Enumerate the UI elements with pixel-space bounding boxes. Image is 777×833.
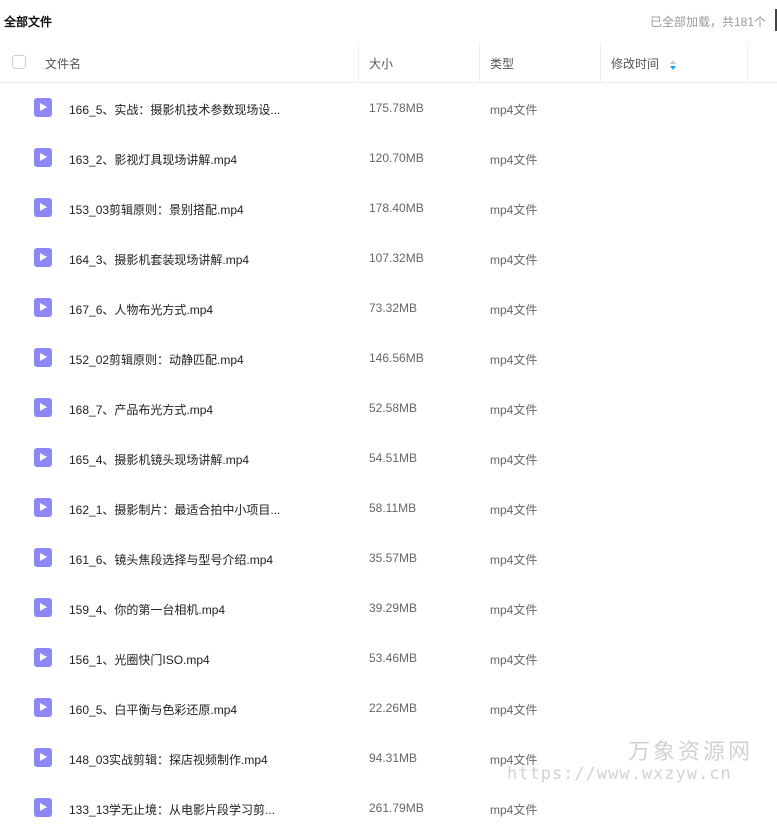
video-file-icon — [34, 798, 52, 817]
file-type: mp4文件 — [490, 653, 538, 667]
file-type: mp4文件 — [490, 553, 538, 567]
column-header-modified-label: 修改时间 — [611, 57, 660, 71]
video-file-icon — [34, 698, 52, 717]
file-size: 107.32MB — [369, 251, 424, 265]
video-file-icon — [34, 448, 52, 467]
watermark-title: 万象资源网 — [628, 740, 754, 765]
sort-asc-arrow — [670, 59, 677, 64]
file-name[interactable]: 153_03剪辑原则：景别搭配.mp4 — [69, 201, 244, 218]
file-type: mp4文件 — [490, 303, 538, 317]
file-size: 22.26MB — [369, 701, 418, 715]
sort-desc-arrow — [670, 65, 677, 70]
file-type: mp4文件 — [490, 353, 538, 367]
video-file-icon — [34, 598, 52, 617]
video-file-icon — [34, 298, 52, 317]
file-name[interactable]: 133_13学无止境：从电影片段学习剪... — [69, 801, 275, 818]
file-size: 54.51MB — [369, 451, 418, 465]
column-divider[interactable] — [600, 42, 601, 82]
file-type: mp4文件 — [490, 153, 538, 167]
breadcrumb[interactable]: 全部文件 — [4, 13, 52, 30]
file-type: mp4文件 — [490, 453, 538, 467]
column-header-modified[interactable]: 修改时间 — [611, 55, 677, 72]
video-file-icon — [34, 548, 52, 567]
file-name[interactable]: 168_7、产品布光方式.mp4 — [69, 401, 213, 418]
top-bar: 全部文件 已全部加载，共181个 — [0, 0, 777, 42]
file-row[interactable]: 163_2、影视灯具现场讲解.mp4 120.70MB mp4文件 — [0, 133, 777, 183]
file-row[interactable]: 133_13学无止境：从电影片段学习剪... 261.79MB mp4文件 — [0, 783, 777, 833]
video-file-icon — [34, 148, 52, 167]
file-size: 120.70MB — [369, 151, 424, 165]
file-size: 53.46MB — [369, 651, 418, 665]
file-type: mp4文件 — [490, 703, 538, 717]
video-file-icon — [34, 198, 52, 217]
file-row[interactable]: 156_1、光圈快门ISO.mp4 53.46MB mp4文件 — [0, 633, 777, 683]
file-name[interactable]: 152_02剪辑原则：动静匹配.mp4 — [69, 351, 244, 368]
column-header-name[interactable]: 文件名 — [45, 55, 81, 72]
video-file-icon — [34, 398, 52, 417]
video-file-icon — [34, 348, 52, 367]
file-row[interactable]: 152_02剪辑原则：动静匹配.mp4 146.56MB mp4文件 — [0, 333, 777, 383]
file-type: mp4文件 — [490, 803, 538, 817]
video-file-icon — [34, 498, 52, 517]
load-status: 已全部加载，共181个 — [649, 15, 766, 29]
file-row[interactable]: 164_3、摄影机套装现场讲解.mp4 107.32MB mp4文件 — [0, 233, 777, 283]
file-row[interactable]: 168_7、产品布光方式.mp4 52.58MB mp4文件 — [0, 383, 777, 433]
sort-icon[interactable] — [670, 59, 677, 70]
watermark-url: https://www.wxzyw.cn — [507, 764, 732, 784]
file-name[interactable]: 161_6、镜头焦段选择与型号介绍.mp4 — [69, 551, 273, 568]
file-row[interactable]: 160_5、白平衡与色彩还原.mp4 22.26MB mp4文件 — [0, 683, 777, 733]
file-type: mp4文件 — [490, 253, 538, 267]
file-row[interactable]: 165_4、摄影机镜头现场讲解.mp4 54.51MB mp4文件 — [0, 433, 777, 483]
column-header-type[interactable]: 类型 — [490, 55, 514, 72]
select-all-checkbox[interactable] — [12, 55, 26, 69]
file-name[interactable]: 162_1、摄影制片：最适合拍中小项目... — [69, 501, 280, 518]
file-row[interactable]: 159_4、你的第一台相机.mp4 39.29MB mp4文件 — [0, 583, 777, 633]
column-divider[interactable] — [747, 42, 748, 82]
file-size: 178.40MB — [369, 201, 424, 215]
column-divider[interactable] — [358, 42, 359, 82]
file-size: 39.29MB — [369, 601, 418, 615]
file-size: 35.57MB — [369, 551, 418, 565]
video-file-icon — [34, 98, 52, 117]
file-list: 166_5、实战：摄影机技术参数现场设... 175.78MB mp4文件 16… — [0, 83, 777, 833]
file-row[interactable]: 167_6、人物布光方式.mp4 73.32MB mp4文件 — [0, 283, 777, 333]
file-type: mp4文件 — [490, 203, 538, 217]
file-name[interactable]: 156_1、光圈快门ISO.mp4 — [69, 651, 210, 668]
file-name[interactable]: 163_2、影视灯具现场讲解.mp4 — [69, 151, 237, 168]
file-name[interactable]: 166_5、实战：摄影机技术参数现场设... — [69, 101, 280, 118]
file-name[interactable]: 159_4、你的第一台相机.mp4 — [69, 601, 225, 618]
file-row[interactable]: 166_5、实战：摄影机技术参数现场设... 175.78MB mp4文件 — [0, 83, 777, 133]
file-row[interactable]: 153_03剪辑原则：景别搭配.mp4 178.40MB mp4文件 — [0, 183, 777, 233]
file-type: mp4文件 — [490, 103, 538, 117]
file-name[interactable]: 167_6、人物布光方式.mp4 — [69, 301, 213, 318]
table-header: 文件名 大小 类型 修改时间 — [0, 42, 777, 83]
file-size: 52.58MB — [369, 401, 418, 415]
file-name[interactable]: 148_03实战剪辑：探店视频制作.mp4 — [69, 751, 268, 768]
file-row[interactable]: 161_6、镜头焦段选择与型号介绍.mp4 35.57MB mp4文件 — [0, 533, 777, 583]
video-file-icon — [34, 648, 52, 667]
file-name[interactable]: 160_5、白平衡与色彩还原.mp4 — [69, 701, 237, 718]
file-type: mp4文件 — [490, 503, 538, 517]
file-name[interactable]: 164_3、摄影机套装现场讲解.mp4 — [69, 251, 249, 268]
video-file-icon — [34, 248, 52, 267]
file-size: 58.11MB — [369, 501, 417, 515]
file-size: 261.79MB — [369, 801, 424, 815]
file-row[interactable]: 162_1、摄影制片：最适合拍中小项目... 58.11MB mp4文件 — [0, 483, 777, 533]
file-type: mp4文件 — [490, 603, 538, 617]
file-size: 94.31MB — [369, 751, 418, 765]
file-size: 175.78MB — [369, 101, 424, 115]
column-header-size[interactable]: 大小 — [369, 55, 393, 72]
file-size: 146.56MB — [369, 351, 424, 365]
file-name[interactable]: 165_4、摄影机镜头现场讲解.mp4 — [69, 451, 249, 468]
file-size: 73.32MB — [369, 301, 418, 315]
video-file-icon — [34, 748, 52, 767]
column-divider[interactable] — [479, 42, 480, 82]
file-type: mp4文件 — [490, 403, 538, 417]
